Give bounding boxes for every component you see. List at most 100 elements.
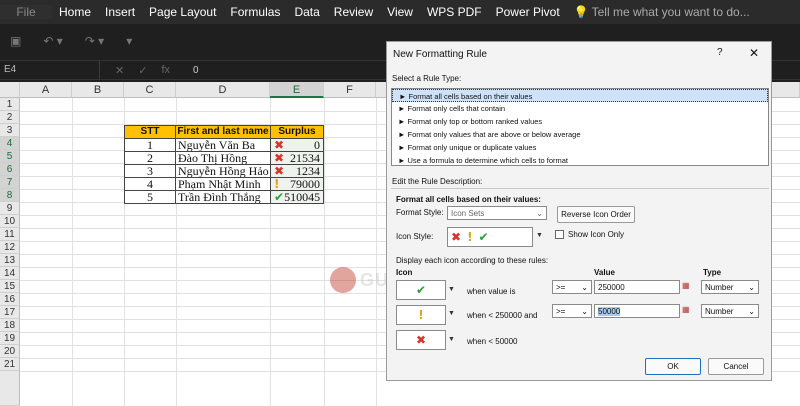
row-header-18[interactable]: 18 [0,319,20,332]
enter-icon[interactable]: ✓ [138,64,147,77]
operator-select[interactable]: >= ⌄ [552,304,592,318]
tab-power-pivot[interactable]: Power Pivot [489,5,567,19]
row-header-5[interactable]: 5 [0,150,20,163]
row-header-19[interactable]: 19 [0,332,20,345]
tab-data[interactable]: Data [287,5,326,19]
row-header-10[interactable]: 10 [0,215,20,228]
tab-wps-pdf[interactable]: WPS PDF [420,5,489,19]
row-header-6[interactable]: 6 [0,163,20,176]
stt-cell[interactable]: 4 [124,177,176,191]
row-header-9[interactable]: 9 [0,202,20,215]
col-header-f[interactable]: F [324,82,376,98]
rule-icon-select[interactable]: ✖ [396,330,446,350]
tab-formulas[interactable]: Formulas [223,5,287,19]
rule-type-item[interactable]: ► Use a formula to determine which cells… [392,154,768,167]
stt-cell[interactable]: 2 [124,151,176,165]
close-button[interactable]: ✕ [749,46,759,60]
name-cell[interactable]: Phạm Nhật Minh [175,177,271,191]
rule-icon-select[interactable]: ! [396,305,446,325]
row-header-7[interactable]: 7 [0,176,20,189]
row-header-21[interactable]: 21 [0,358,20,371]
name-cell[interactable]: Nguyễn Văn Ba [175,138,271,152]
show-icon-only-checkbox[interactable] [555,230,564,239]
row-header-1[interactable]: 1 [0,98,20,111]
rule-type-item[interactable]: ► Format only cells that contain [392,102,768,115]
row-header-8[interactable]: 8 [0,189,20,202]
row-header-17[interactable]: 17 [0,306,20,319]
cancel-icon[interactable]: ✕ [115,64,124,77]
col-header-d[interactable]: D [176,82,270,98]
type-select[interactable]: Number ⌄ [701,304,759,318]
header-name[interactable]: First and last name [175,125,271,139]
icon-style-select[interactable]: ✖ ! ✔ [447,227,533,247]
surplus-cell[interactable]: ✖ 21534 [270,151,324,165]
row-header-13[interactable]: 13 [0,254,20,267]
type-select[interactable]: Number ⌄ [701,280,759,294]
ribbon-tabs: File Home Insert Page Layout Formulas Da… [0,0,800,24]
row-header-16[interactable]: 16 [0,293,20,306]
range-picker-icon[interactable]: ▦ [682,305,690,314]
row-header-4[interactable]: 4 [0,137,20,150]
value-column-header: Value [594,268,615,277]
gridline [72,98,73,406]
rule-type-item[interactable]: ► Format only unique or duplicate values [392,141,768,154]
reverse-icon-order-button[interactable]: Reverse Icon Order [557,206,635,223]
rule-icon-select[interactable]: ✔ [396,280,446,300]
name-cell[interactable]: Đào Thị Hồng [175,151,271,165]
ok-button[interactable]: OK [645,358,701,375]
rule-value-input[interactable]: 250000 [594,280,680,294]
save-icon[interactable]: ▣ [10,34,21,48]
row-header-2[interactable]: 2 [0,111,20,124]
tab-file[interactable]: File [0,5,52,19]
name-cell[interactable]: Nguyễn Hồng Hảo [175,164,271,178]
redo-icon[interactable]: ↷ ▾ [85,34,104,48]
tab-review[interactable]: Review [327,5,380,19]
row-header-3[interactable]: 3 [0,124,20,137]
col-header-c[interactable]: C [124,82,176,98]
header-surplus[interactable]: Surplus [270,125,324,139]
tab-view[interactable]: View [380,5,420,19]
operator-select[interactable]: >= ⌄ [552,280,592,294]
col-header-b[interactable]: B [72,82,124,98]
surplus-cell[interactable]: ✖ 1234 [270,164,324,178]
range-picker-icon[interactable]: ▦ [682,281,690,290]
tab-page-layout[interactable]: Page Layout [142,5,223,19]
stt-cell[interactable]: 3 [124,164,176,178]
chevron-down-icon[interactable]: ▼ [536,232,543,239]
tab-insert[interactable]: Insert [98,5,142,19]
header-stt[interactable]: STT [124,125,176,139]
help-button[interactable]: ? [717,47,723,58]
customize-icon[interactable]: ▾ [126,34,132,48]
cancel-button[interactable]: Cancel [708,358,764,375]
rule-value-input[interactable]: 50000 [594,304,680,318]
fx-icon[interactable]: fx [161,64,170,77]
col-header-a[interactable]: A [20,82,72,98]
name-cell[interactable]: Trần Đình Thắng [175,190,271,204]
select-all-corner[interactable] [0,82,20,98]
tab-home[interactable]: Home [52,5,98,19]
tell-me-box[interactable]: 💡 Tell me what you want to do... [567,5,757,19]
row-header-15[interactable]: 15 [0,280,20,293]
display-rules-label: Display each icon according to these rul… [396,256,549,265]
rule-condition-label: when value is [467,287,516,296]
col-header-e[interactable]: E [270,82,324,98]
chevron-down-icon[interactable]: ▼ [448,286,455,293]
rule-type-item[interactable]: ► Format only values that are above or b… [392,128,768,141]
stt-cell[interactable]: 1 [124,138,176,152]
rule-type-item[interactable]: ► Format only top or bottom ranked value… [392,115,768,128]
name-box[interactable]: E4 [0,61,100,79]
rule-type-item[interactable]: ► Format all cells based on their values [392,89,768,102]
format-style-select[interactable]: Icon Sets ⌄ [447,206,547,220]
surplus-cell[interactable]: ✔ 510045 [270,190,324,204]
row-header-11[interactable]: 11 [0,228,20,241]
chevron-down-icon[interactable]: ▼ [448,310,455,317]
surplus-cell[interactable]: ✖ 0 [270,138,324,152]
row-header-20[interactable]: 20 [0,345,20,358]
formula-input[interactable]: 0 [185,65,199,76]
stt-cell[interactable]: 5 [124,190,176,204]
chevron-down-icon[interactable]: ▼ [448,336,455,343]
surplus-cell[interactable]: ! 79000 [270,177,324,191]
row-header-12[interactable]: 12 [0,241,20,254]
undo-icon[interactable]: ↶ ▾ [43,34,62,48]
row-header-14[interactable]: 14 [0,267,20,280]
